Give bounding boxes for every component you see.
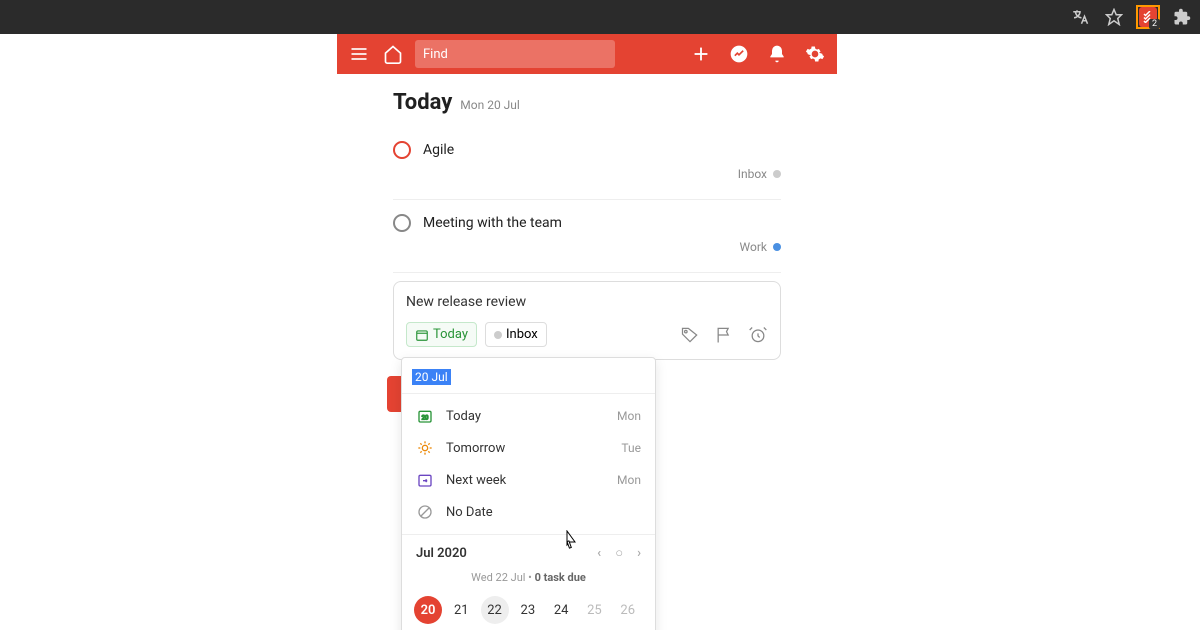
bookmark-star-icon[interactable] — [1102, 5, 1126, 29]
quick-date-list: 20 Today Mon Tomorrow Tue Next week Mon … — [402, 394, 655, 535]
calendar-day[interactable]: 25 — [580, 596, 608, 624]
none-icon — [416, 504, 434, 520]
calendar-next-icon[interactable]: › — [637, 546, 641, 561]
today-icon: 20 — [416, 408, 434, 424]
quick-date-label: Next week — [446, 473, 506, 488]
next-icon — [416, 472, 434, 488]
task-checkbox[interactable] — [393, 141, 411, 159]
project-dot-icon — [494, 331, 502, 339]
label-icon[interactable] — [680, 325, 700, 345]
extensions-puzzle-icon[interactable] — [1170, 5, 1194, 29]
task-project-label: Inbox — [738, 167, 767, 181]
quick-date-label: Tomorrow — [446, 441, 505, 456]
project-button[interactable]: Inbox — [485, 322, 547, 347]
calendar-month-label: Jul 2020 — [416, 546, 467, 561]
calendar-day[interactable]: 21 — [447, 596, 475, 624]
date-picker-popup: 20 Jul 20 Today Mon Tomorrow Tue Next we… — [401, 357, 656, 630]
todoist-panel: Find Today Mon 20 Jul Agile — [337, 34, 837, 630]
calendar-day[interactable]: 20 — [414, 596, 442, 624]
task-editor: New release review Today Inbox — [393, 281, 781, 360]
add-task-icon[interactable] — [689, 42, 713, 66]
productivity-icon[interactable] — [727, 42, 751, 66]
quick-date-day: Mon — [617, 409, 641, 423]
task-item[interactable]: Meeting with the team Work — [393, 208, 781, 273]
extension-badge: 2 — [1149, 19, 1160, 29]
quick-date-tomorrow[interactable]: Tomorrow Tue — [402, 432, 655, 464]
task-name: Agile — [423, 142, 454, 158]
task-checkbox[interactable] — [393, 214, 411, 232]
quick-date-day: Tue — [621, 441, 641, 455]
quick-date-next-week[interactable]: Next week Mon — [402, 464, 655, 496]
task-list-area: Today Mon 20 Jul Agile Inbox Meeting wit… — [337, 74, 837, 630]
search-placeholder: Find — [423, 47, 448, 62]
menu-icon[interactable] — [347, 42, 371, 66]
todoist-extension-icon[interactable]: 2 — [1136, 5, 1160, 29]
calendar-day[interactable]: 23 — [514, 596, 542, 624]
page-date: Mon 20 Jul — [460, 98, 520, 112]
calendar-hover-hint: Wed 22 Jul • 0 task due — [402, 571, 655, 592]
translate-icon[interactable] — [1068, 5, 1092, 29]
home-icon[interactable] — [381, 42, 405, 66]
page-title: Today — [393, 90, 452, 115]
project-label: Inbox — [506, 327, 538, 342]
priority-flag-icon[interactable] — [714, 325, 734, 345]
calendar-day[interactable]: 26 — [614, 596, 642, 624]
date-input-row[interactable]: 20 Jul — [402, 358, 655, 394]
schedule-button[interactable]: Today — [406, 322, 477, 347]
sun-icon — [416, 440, 434, 456]
search-input[interactable]: Find — [415, 40, 615, 68]
quick-date-no-date[interactable]: No Date — [402, 496, 655, 528]
project-dot-icon — [773, 170, 781, 178]
project-dot-icon — [773, 243, 781, 251]
reminder-clock-icon[interactable] — [748, 325, 768, 345]
notifications-icon[interactable] — [765, 42, 789, 66]
calendar-day[interactable]: 22 — [481, 596, 509, 624]
quick-date-label: No Date — [446, 505, 493, 520]
quick-date-day: Mon — [617, 473, 641, 487]
schedule-label: Today — [433, 327, 468, 342]
calendar-grid: 202122232425262728293031 — [402, 592, 655, 630]
quick-date-today[interactable]: 20 Today Mon — [402, 400, 655, 432]
settings-gear-icon[interactable] — [803, 42, 827, 66]
quick-date-label: Today — [446, 409, 481, 424]
app-header: Find — [337, 34, 837, 74]
task-name: Meeting with the team — [423, 215, 562, 231]
date-input-value: 20 Jul — [412, 369, 451, 385]
browser-toolbar: 2 — [0, 0, 1200, 34]
task-item[interactable]: Agile Inbox — [393, 135, 781, 200]
svg-text:20: 20 — [422, 414, 429, 421]
calendar-today-dot-icon[interactable]: ○ — [615, 545, 623, 561]
task-project-label: Work — [740, 240, 767, 254]
calendar-prev-icon[interactable]: ‹ — [597, 546, 601, 561]
task-name-input[interactable]: New release review — [406, 294, 768, 310]
calendar-day[interactable]: 24 — [547, 596, 575, 624]
